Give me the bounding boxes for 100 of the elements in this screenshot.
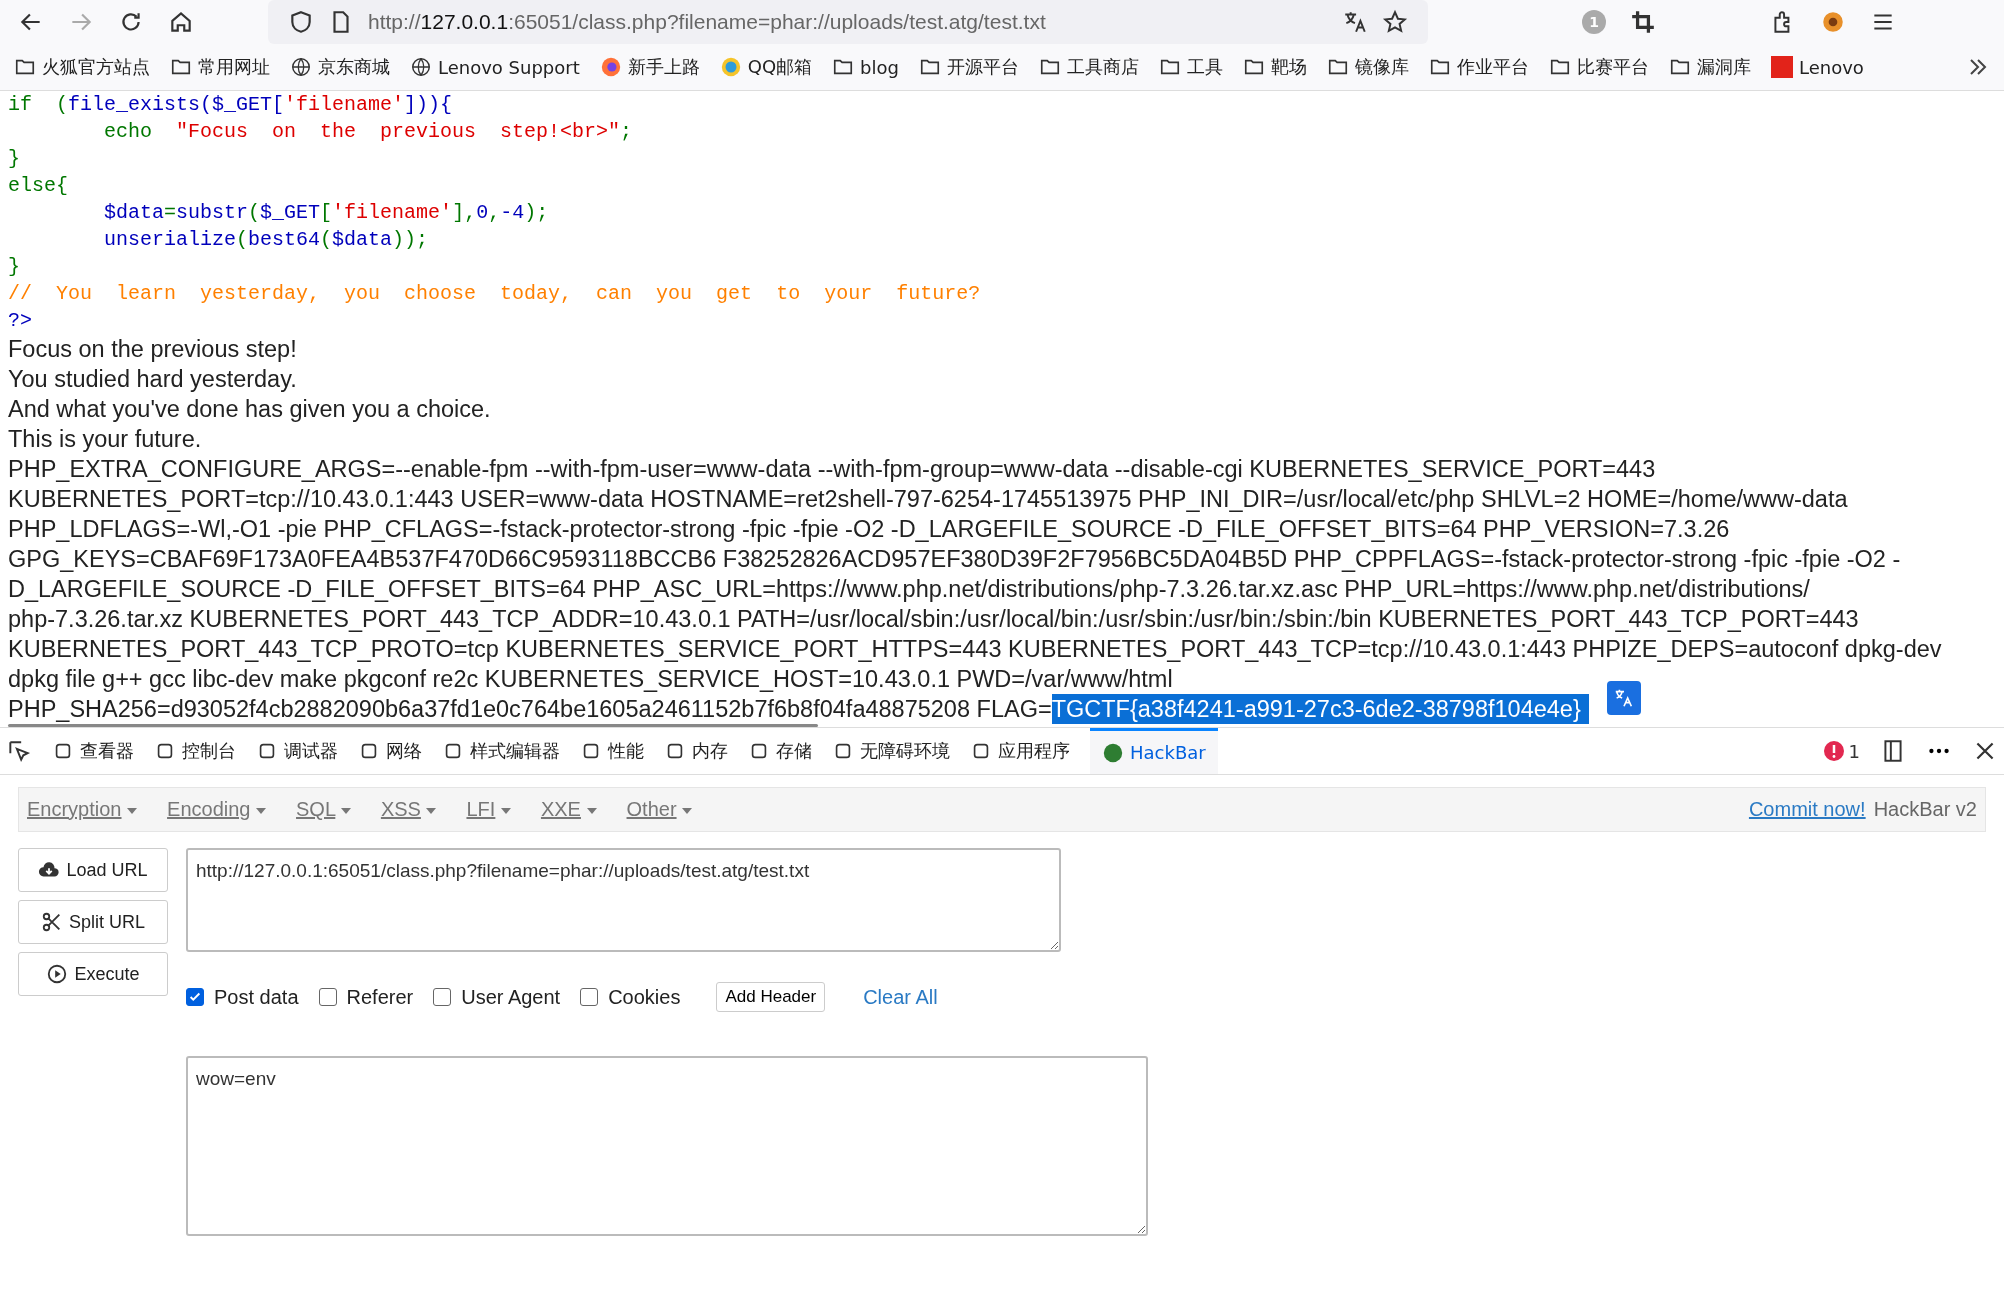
mail-logo-icon xyxy=(719,56,742,78)
menu-dropdown[interactable]: XSS xyxy=(380,798,437,821)
bookmark-item[interactable]: 漏洞库 xyxy=(1668,55,1751,79)
devtools-tab[interactable]: 应用程序 xyxy=(970,728,1070,774)
star-icon[interactable] xyxy=(1382,9,1408,35)
bookmark-item[interactable]: 工具商店 xyxy=(1038,55,1139,79)
error-count[interactable]: 1 xyxy=(1823,740,1860,762)
code-line: } xyxy=(8,146,21,172)
code-line: else{ xyxy=(8,173,69,199)
devtools-tab[interactable]: 内存 xyxy=(664,728,728,774)
address-bar[interactable]: http://127.0.0.1:65051/class.php?filename=phar://uploads/test.atg/test.txt xyxy=(268,0,1428,44)
logo-icon xyxy=(1102,741,1124,764)
devtools-tab[interactable]: 样式编辑器 xyxy=(442,728,560,774)
bookmark-item[interactable]: 常用网址 xyxy=(170,55,270,79)
checkbox[interactable] xyxy=(186,988,204,1006)
bookmark-item[interactable]: Lenovo Support xyxy=(410,56,580,78)
hackbar-button[interactable]: Split URL xyxy=(18,900,168,944)
bookmark-item[interactable]: QQ邮箱 xyxy=(719,55,813,79)
checkbox-label[interactable]: Cookies xyxy=(608,985,681,1009)
caret-icon xyxy=(127,807,138,814)
bookmark-item[interactable]: blog xyxy=(832,56,899,78)
translate-icon[interactable] xyxy=(1606,681,1641,715)
menu-dropdown[interactable]: LFI xyxy=(466,798,511,821)
menu-dropdown[interactable]: Encryption xyxy=(27,798,138,821)
bookmark-item[interactable]: 京东商城 xyxy=(290,55,390,79)
menu-dropdown[interactable]: XXE xyxy=(540,798,597,821)
flag-text: TGCTF{a38f4241-a991-27c3-6de2-38798f104e4e} xyxy=(1051,694,1589,724)
output-text: PHP_LDFLAGS=-Wl,-O1 -pie PHP_CFLAGS=-fstack-protector-strong -fpic -fpie -O2 -D_LARGEFILE_SOURCE -D_FILE_OFFSET_BITS=64 PHP_VERSION=7.3.26 xyxy=(8,515,1731,544)
caret-icon xyxy=(426,807,437,814)
bookmark-item[interactable]: 比赛平台 xyxy=(1548,55,1649,79)
devtools-tab[interactable]: 无障碍环境 xyxy=(832,728,950,774)
code-line: if (file_exists($_GET['filename'])){ xyxy=(8,92,454,118)
extension-icon[interactable] xyxy=(1820,9,1846,35)
add-header-button[interactable]: Add Header xyxy=(716,982,826,1012)
picker-icon[interactable] xyxy=(6,738,32,764)
scissors-icon xyxy=(41,911,63,933)
menu-dropdown[interactable]: SQL xyxy=(296,798,351,821)
play-icon xyxy=(46,963,69,985)
clear-all-link[interactable]: Clear All xyxy=(863,985,938,1009)
post-data-field[interactable]: wow=env xyxy=(186,1056,1148,1236)
version-text: HackBar v2 xyxy=(1873,798,1977,821)
code-line: ?> xyxy=(8,308,33,334)
url-text: http://127.0.0.1:65051/class.php?filename=phar://uploads/test.atg/test.txt xyxy=(368,10,1047,34)
code-line: $data=substr($_GET['filename'],0,-4); xyxy=(103,200,550,226)
checkbox[interactable] xyxy=(318,988,337,1006)
translate-icon[interactable] xyxy=(1342,9,1368,35)
error-icon xyxy=(1823,741,1844,761)
checkbox[interactable] xyxy=(433,988,452,1006)
devtools-tab[interactable]: 调试器 xyxy=(256,728,338,774)
caret-icon xyxy=(500,807,511,814)
hackbar-button[interactable]: Load URL xyxy=(18,848,168,892)
devtools-tab[interactable]: 查看器 xyxy=(52,728,134,774)
output-text: KUBERNETES_PORT_443_TCP_PROTO=tcp KUBERNETES_SERVICE_PORT_HTTPS=443 KUBERNETES_PORT_443_TCP=tcp://10.43.0.1:443 PHPIZE_DEPS=autoconf dpkg-dev xyxy=(8,635,1943,664)
output-text: GPG_KEYS=CBAF69F173A0FEA4B537F470D66C9593118BCCB6 F38252826ACD957EF380D39F2F7956BC5DA04B5D PHP_CPPFLAGS=-fstack-protector-strong -fpic -fpie -O2 - xyxy=(8,545,1902,574)
logo-icon xyxy=(1770,56,1793,78)
fox-logo-icon xyxy=(599,56,622,78)
checkmark-icon xyxy=(188,990,202,1004)
devtools-tab[interactable]: 性能 xyxy=(580,728,644,774)
scrollbar[interactable] xyxy=(8,724,818,727)
home-icon[interactable] xyxy=(168,9,194,35)
devtools-tab[interactable]: 控制台 xyxy=(154,728,236,774)
devtools-tab[interactable]: 存储 xyxy=(748,728,812,774)
code-line: unserialize(best64($data)); xyxy=(103,227,430,253)
menu-dropdown[interactable]: Other xyxy=(626,798,693,821)
globe-icon xyxy=(410,56,432,78)
devtools-tab[interactable]: HackBar xyxy=(1090,728,1218,774)
caret-icon xyxy=(256,807,267,814)
shield-icon[interactable] xyxy=(288,9,314,35)
menu-dropdown[interactable]: Encoding xyxy=(167,798,267,821)
devtools-tab[interactable]: 网络 xyxy=(358,728,422,774)
output-text: You studied hard yesterday. xyxy=(8,365,298,394)
bookmark-item[interactable]: 镜像库 xyxy=(1326,55,1409,79)
bookmark-item[interactable]: 靶场 xyxy=(1242,55,1307,79)
bookmark-item[interactable]: 开源平台 xyxy=(918,55,1019,79)
bookmark-item[interactable]: 火狐官方站点 xyxy=(14,55,150,79)
crop-icon[interactable] xyxy=(1630,9,1656,35)
hackbar-button[interactable]: Execute xyxy=(18,952,168,996)
checkbox-label[interactable]: User Agent xyxy=(461,985,561,1009)
caret-icon xyxy=(586,807,597,814)
checkbox[interactable] xyxy=(580,988,599,1006)
output-text: KUBERNETES_PORT=tcp://10.43.0.1:443 USER=www-data HOSTNAME=ret2shell-797-6254-1745513975 PHP_INI_DIR=/usr/local/etc/php SHLVL=2 HOME=/home/www-data xyxy=(8,485,1849,514)
code-line: echo "Focus on the previous step!<br>"; xyxy=(103,119,634,145)
output-text: D_LARGEFILE_SOURCE -D_FILE_OFFSET_BITS=64 PHP_ASC_URL=https://www.php.net/distributions/php-7.3.26.tar.xz.asc PHP_URL=https://www.php.net/distributions/ xyxy=(8,575,1811,604)
commit-link[interactable]: Commit now! xyxy=(1748,798,1866,821)
output-text: Focus on the previous step! xyxy=(8,335,298,364)
globe-icon xyxy=(290,56,312,78)
output-text: PHP_EXTRA_CONFIGURE_ARGS=--enable-fpm --with-fpm-user=www-data --with-fpm-group=www-data --disable-cgi KUBERNETES_SERVICE_PORT=443 xyxy=(8,455,1657,484)
bookmark-item[interactable]: 作业平台 xyxy=(1428,55,1529,79)
code-line: } xyxy=(8,254,21,280)
output-text: php-7.3.26.tar.xz KUBERNETES_PORT_443_TCP_ADDR=10.43.0.1 PATH=/usr/local/sbin:/usr/local/bin:/usr/sbin:/usr/bin:/sbin:/bin KUBERNETES_PORT_443_TCP_PORT=443 xyxy=(8,605,1860,634)
output-text: And what you've done has given you a choice. xyxy=(8,395,492,424)
checkbox-label[interactable]: Post data xyxy=(214,985,299,1009)
url-field[interactable]: http://127.0.0.1:65051/class.php?filename=phar://uploads/test.atg/test.txt xyxy=(186,848,1061,952)
bookmark-item[interactable]: Lenovo xyxy=(1770,56,1864,78)
checkbox-label[interactable]: Referer xyxy=(346,985,414,1009)
output-text: This is your future. xyxy=(8,425,203,454)
caret-icon xyxy=(682,807,693,814)
bookmark-item[interactable]: 新手上路 xyxy=(599,55,700,79)
bookmark-item[interactable]: 工具 xyxy=(1158,55,1223,79)
caret-icon xyxy=(340,807,351,814)
